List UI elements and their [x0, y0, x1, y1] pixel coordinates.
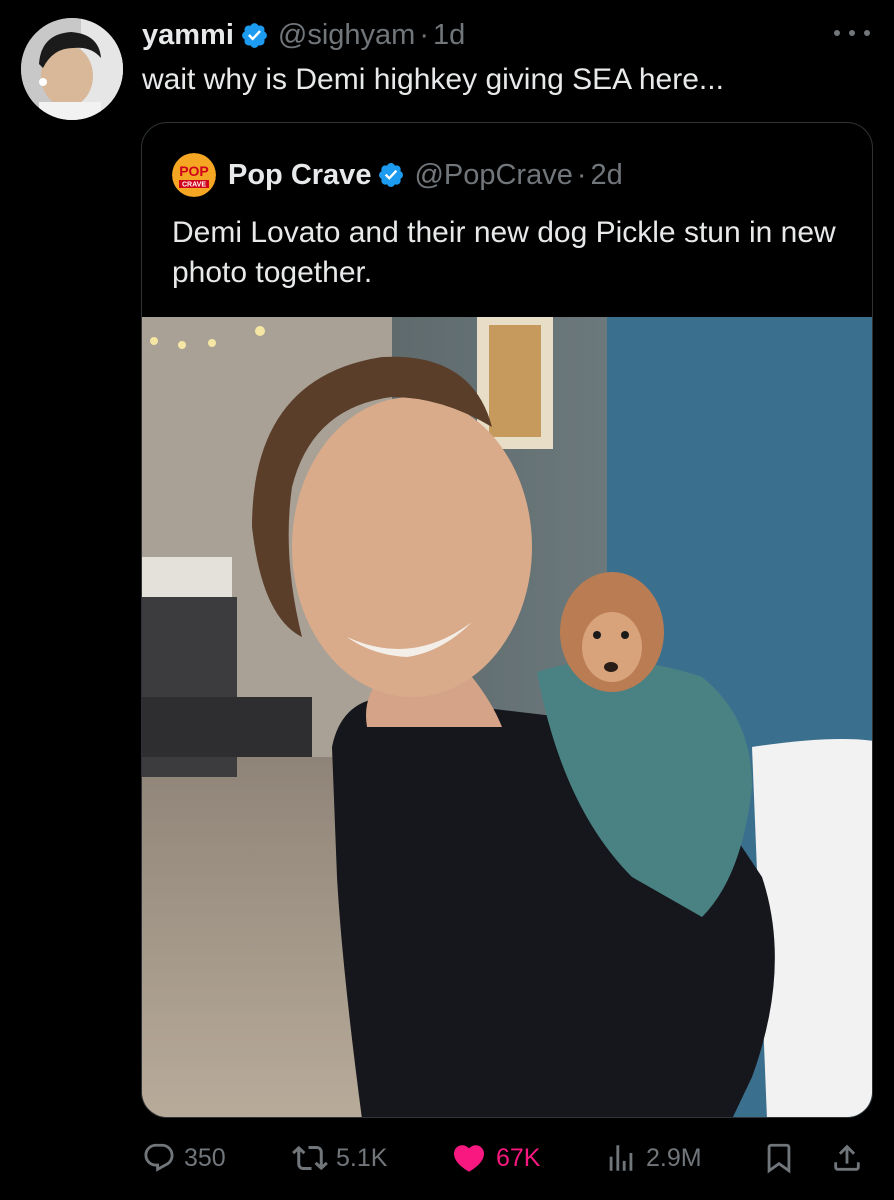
verified-badge-icon	[240, 21, 269, 50]
repost-icon	[292, 1145, 328, 1171]
quoted-time[interactable]: 2d	[591, 159, 623, 192]
author-avatar[interactable]	[21, 18, 123, 120]
bookmark-icon	[767, 1143, 791, 1174]
author-handle[interactable]: @sighyam	[278, 19, 415, 52]
quoted-separator-dot: ·	[576, 158, 587, 191]
like-count: 67K	[496, 1143, 541, 1172]
photo-demi-with-dog-icon	[142, 317, 872, 1117]
quoted-photo[interactable]	[142, 317, 872, 1117]
tweet[interactable]: yammi @sighyam · 1d wait why is Demi hig…	[0, 0, 894, 1200]
views-count: 2.9M	[646, 1143, 702, 1172]
repost-button[interactable]: 5.1K	[292, 1136, 387, 1180]
bookmark-button[interactable]	[762, 1136, 796, 1180]
tweet-header: yammi @sighyam · 1d	[142, 17, 465, 53]
action-bar: 350 5.1K 67K 2.9M	[0, 1136, 894, 1180]
views-bar-chart-icon	[609, 1145, 633, 1171]
repost-count: 5.1K	[336, 1143, 388, 1172]
reply-button[interactable]: 350	[142, 1136, 226, 1180]
svg-text:POP: POP	[179, 163, 209, 179]
views-button[interactable]: 2.9M	[604, 1136, 702, 1180]
svg-text:CRAVE: CRAVE	[182, 182, 206, 189]
user-avatar-icon	[21, 18, 123, 120]
share-button[interactable]	[830, 1136, 864, 1180]
reply-count: 350	[184, 1143, 226, 1172]
pop-crave-logo-icon[interactable]: POP CRAVE	[172, 153, 216, 197]
reply-icon	[144, 1143, 174, 1172]
tweet-text: wait why is Demi highkey giving SEA here…	[142, 63, 724, 96]
author-display-name[interactable]: yammi	[142, 19, 234, 52]
more-options-icon[interactable]	[834, 18, 870, 48]
quoted-verified-badge-icon	[377, 161, 405, 189]
like-button[interactable]: 67K	[450, 1136, 540, 1180]
share-icon	[834, 1144, 860, 1171]
post-time[interactable]: 1d	[433, 19, 465, 52]
heart-filled-icon	[453, 1145, 485, 1172]
quoted-display-name[interactable]: Pop Crave	[228, 159, 371, 192]
quoted-text: Demi Lovato and their new dog Pickle stu…	[172, 216, 836, 289]
separator-dot: ·	[419, 18, 429, 51]
quoted-header: POP CRAVE Pop Crave @PopCrave · 2d	[172, 153, 623, 197]
quoted-handle[interactable]: @PopCrave	[414, 159, 572, 192]
quoted-tweet[interactable]: POP CRAVE Pop Crave @PopCrave · 2d Demi …	[141, 122, 873, 1118]
